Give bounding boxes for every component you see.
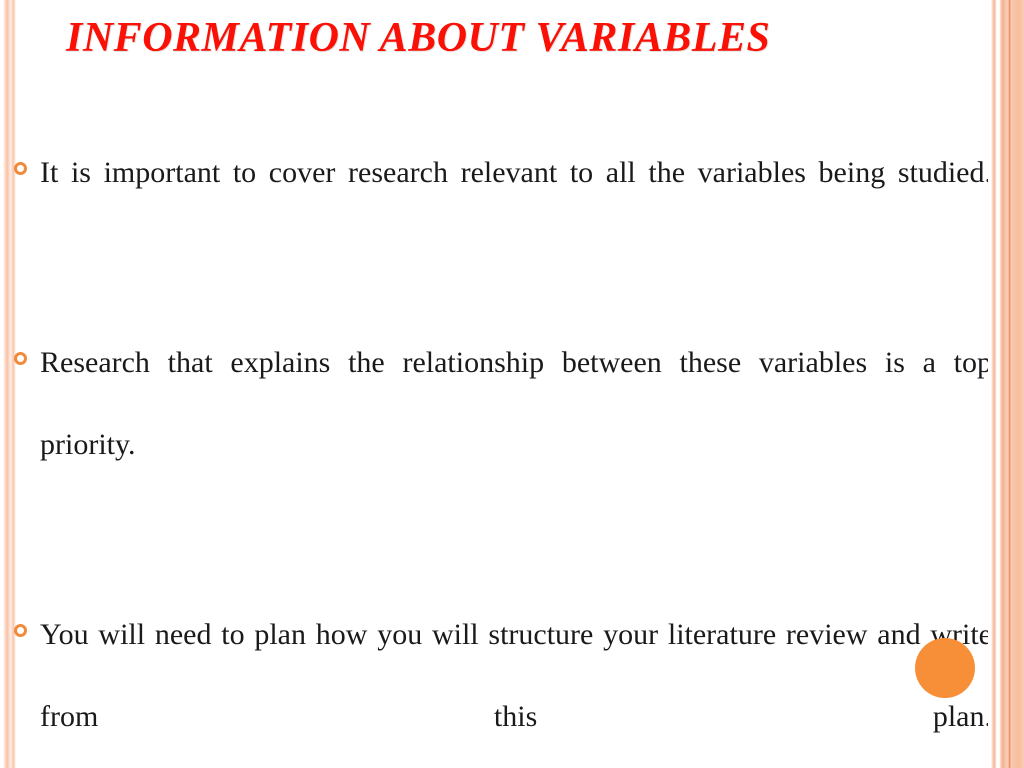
list-item-label: It is important to cover research releva… — [40, 156, 992, 189]
hollow-circle-bullet-icon — [14, 352, 27, 365]
list-item-label: Research that explains the relationship … — [40, 346, 992, 461]
list-item: You will need to plan how you will struc… — [0, 594, 1024, 768]
hollow-circle-bullet-icon — [14, 162, 27, 175]
slide-canvas: INFORMATION ABOUT VARIABLES It is import… — [0, 0, 1024, 768]
bullet-list: It is important to cover research releva… — [0, 132, 1024, 768]
right-band-inner-stripe — [1012, 0, 1024, 768]
list-item-label: You will need to plan how you will struc… — [40, 618, 992, 733]
right-gradient-band — [988, 0, 1024, 768]
list-item: It is important to cover research releva… — [0, 132, 1024, 296]
list-item: Research that explains the relationship … — [0, 322, 1024, 568]
hollow-circle-bullet-icon — [14, 624, 27, 637]
page-title: INFORMATION ABOUT VARIABLES — [66, 15, 771, 61]
orange-circle-decoration-icon — [915, 638, 975, 698]
